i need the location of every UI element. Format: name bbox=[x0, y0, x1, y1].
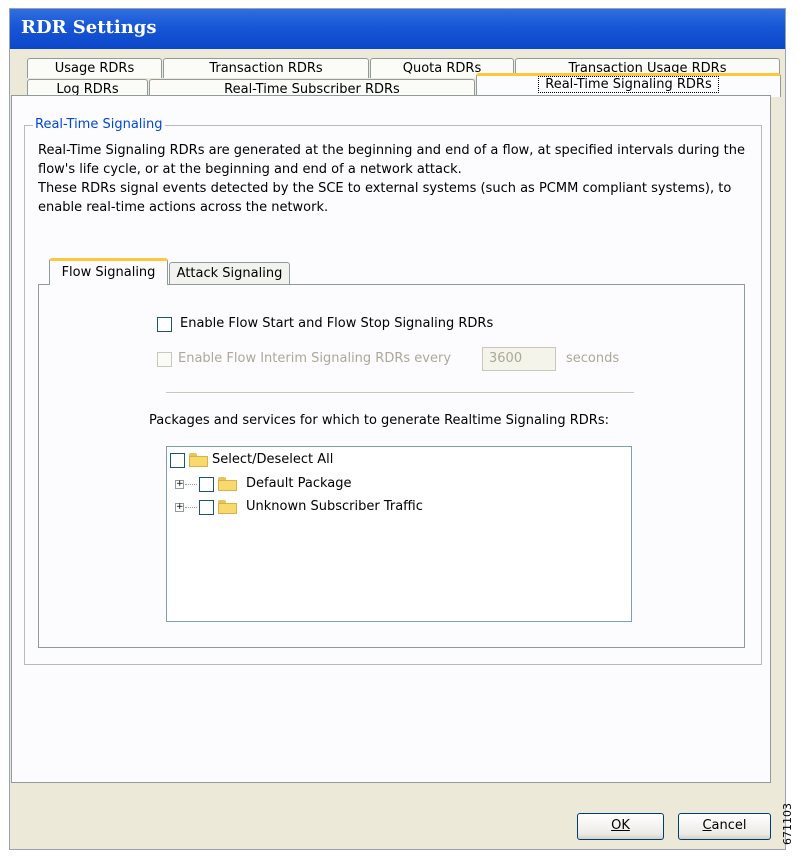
enable-flow-start-stop-checkbox[interactable] bbox=[157, 317, 172, 332]
interim-unit-label: seconds bbox=[566, 351, 620, 366]
figure-id-mark: 671103 bbox=[781, 803, 794, 845]
tab-transaction-rdrs[interactable]: Transaction RDRs bbox=[163, 58, 369, 78]
select-all-checkbox[interactable] bbox=[170, 453, 185, 468]
select-all-label[interactable]: Select/Deselect All bbox=[212, 452, 333, 467]
window-title: RDR Settings bbox=[21, 17, 157, 38]
tab-attack-signaling[interactable]: Attack Signaling bbox=[169, 262, 290, 284]
description-paragraph-2: These RDRs signal events detected by the… bbox=[38, 181, 732, 215]
separator bbox=[166, 392, 634, 394]
enable-flow-interim-label: Enable Flow Interim Signaling RDRs every bbox=[178, 351, 452, 366]
tree-item-label[interactable]: Unknown Subscriber Traffic bbox=[246, 499, 423, 514]
title-bar[interactable]: RDR Settings bbox=[10, 9, 785, 49]
tree-item-unknown-subscriber-traffic[interactable]: + Unknown Subscriber Traffic bbox=[167, 498, 627, 518]
tree-item-label[interactable]: Default Package bbox=[246, 476, 352, 491]
tab-usage-rdrs[interactable]: Usage RDRs bbox=[27, 58, 162, 78]
unknown-subscriber-traffic-checkbox[interactable] bbox=[199, 500, 214, 515]
tree-root-row[interactable]: Select/Deselect All bbox=[167, 451, 627, 471]
expand-icon[interactable]: + bbox=[175, 480, 184, 489]
description-paragraph-1: Real-Time Signaling RDRs are generated a… bbox=[38, 143, 745, 177]
ok-button[interactable]: OK bbox=[577, 813, 664, 840]
packages-tree[interactable]: Select/Deselect All + Default Package + … bbox=[166, 446, 632, 622]
enable-flow-interim-checkbox[interactable] bbox=[157, 352, 172, 367]
folder-icon bbox=[218, 500, 237, 514]
interim-interval-input[interactable]: 3600 bbox=[482, 347, 556, 371]
tree-item-default-package[interactable]: + Default Package bbox=[167, 475, 627, 495]
enable-flow-start-stop-label[interactable]: Enable Flow Start and Flow Stop Signalin… bbox=[180, 316, 493, 331]
folder-icon bbox=[189, 453, 208, 467]
tab-real-time-signaling-rdrs[interactable]: Real-Time Signaling RDRs bbox=[476, 73, 781, 97]
folder-icon bbox=[218, 477, 237, 491]
expand-icon[interactable]: + bbox=[175, 503, 184, 512]
packages-label: Packages and services for which to gener… bbox=[149, 413, 609, 428]
group-description: Real-Time Signaling RDRs are generated a… bbox=[38, 141, 758, 217]
tab-flow-signaling[interactable]: Flow Signaling bbox=[49, 258, 168, 285]
default-package-checkbox[interactable] bbox=[199, 477, 214, 492]
group-legend: Real-Time Signaling bbox=[33, 117, 165, 132]
cancel-button[interactable]: Cancel bbox=[678, 813, 771, 840]
